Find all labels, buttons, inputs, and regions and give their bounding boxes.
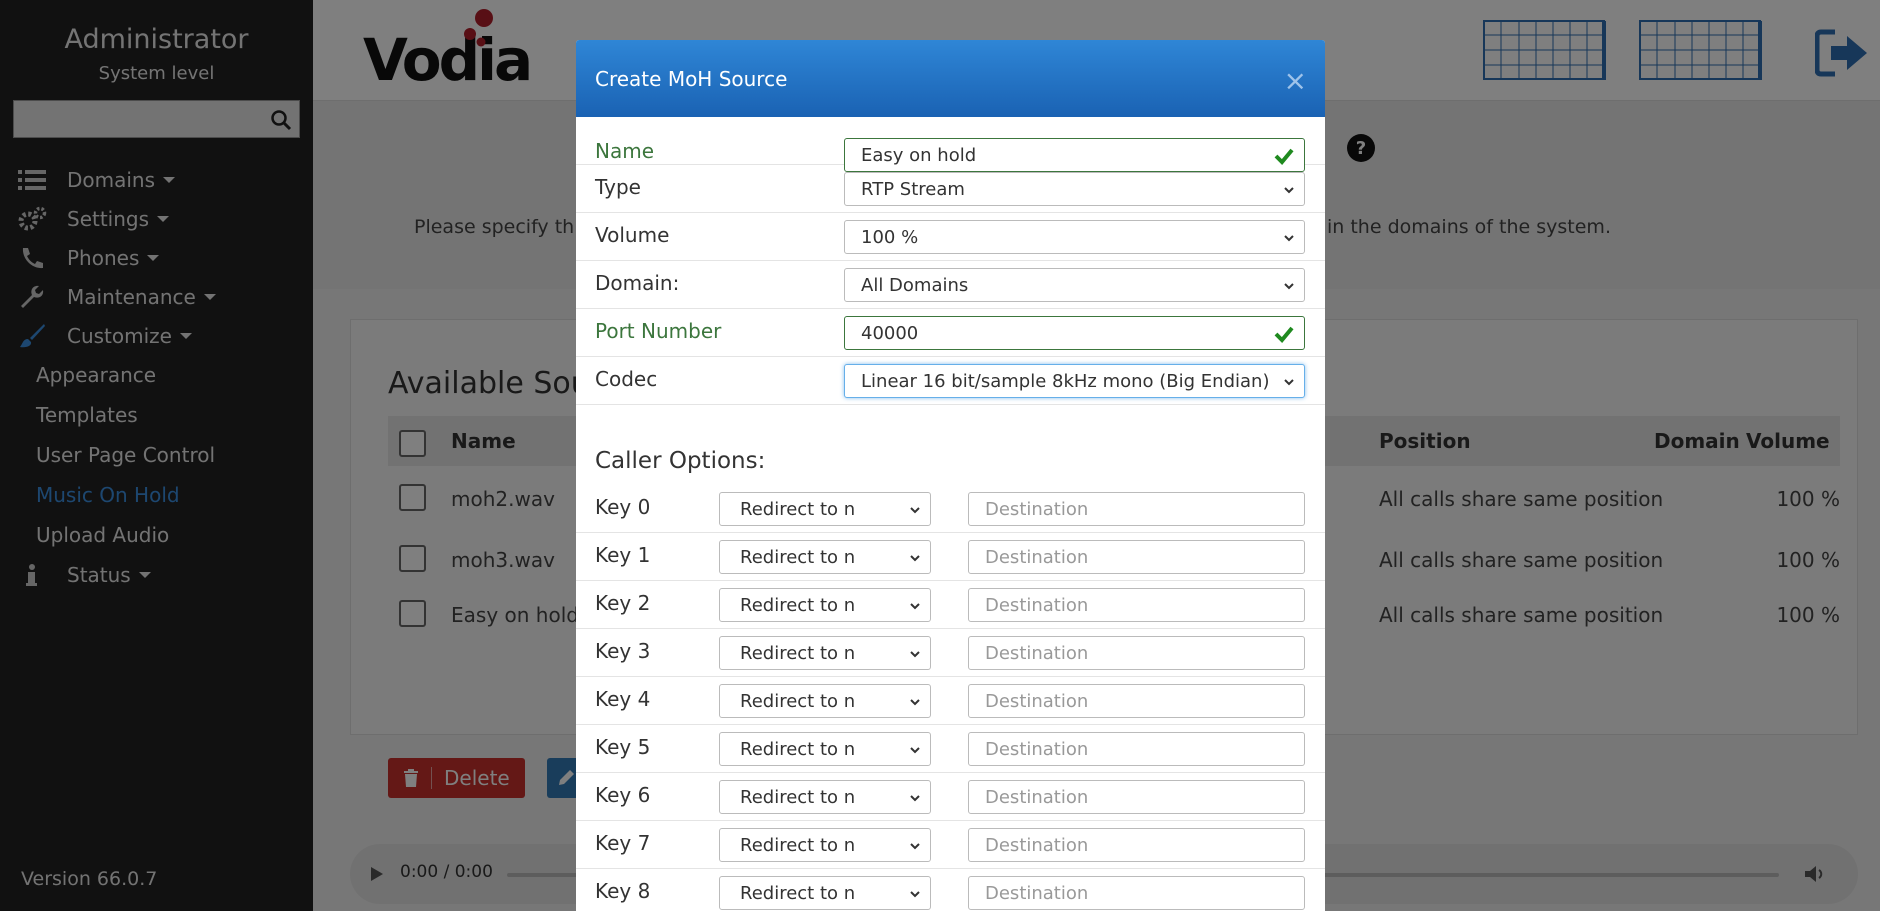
chevron-down-icon — [910, 699, 920, 706]
chevron-down-icon — [910, 603, 920, 610]
key-action-value: Redirect to number — [740, 546, 855, 568]
key-destination-input[interactable]: Destination — [968, 732, 1305, 766]
key-label: Key 0 — [595, 495, 651, 519]
key-row: Key 0 Redirect to number Destination — [576, 485, 1325, 533]
field-row-port: Port Number 40000 — [576, 309, 1325, 357]
port-value: 40000 — [861, 322, 919, 344]
key-destination-input[interactable]: Destination — [968, 588, 1305, 622]
codec-select[interactable]: Linear 16 bit/sample 8kHz mono (Big Endi… — [844, 364, 1305, 398]
type-select[interactable]: RTP Stream — [844, 172, 1305, 206]
name-value: Easy on hold — [861, 144, 977, 166]
key-row: Key 2 Redirect to number Destination — [576, 581, 1325, 629]
port-input[interactable]: 40000 — [844, 316, 1305, 350]
key-row: Key 8 Redirect to number Destination — [576, 869, 1325, 911]
field-row-codec: Codec Linear 16 bit/sample 8kHz mono (Bi… — [576, 357, 1325, 405]
key-action-select[interactable]: Redirect to number — [719, 540, 931, 574]
key-label: Key 8 — [595, 879, 651, 903]
type-label: Type — [595, 175, 641, 199]
key-action-value: Redirect to number — [740, 834, 855, 856]
key-action-select[interactable]: Redirect to number — [719, 876, 931, 910]
key-action-select[interactable]: Redirect to number — [719, 732, 931, 766]
key-destination-input[interactable]: Destination — [968, 876, 1305, 910]
domain-select[interactable]: All Domains — [844, 268, 1305, 302]
key-label: Key 6 — [595, 783, 651, 807]
key-destination-input[interactable]: Destination — [968, 540, 1305, 574]
domain-label: Domain: — [595, 271, 680, 295]
key-destination-input[interactable]: Destination — [968, 684, 1305, 718]
key-row: Key 1 Redirect to number Destination — [576, 533, 1325, 581]
close-icon[interactable]: × — [1284, 64, 1307, 97]
chevron-down-icon — [910, 555, 920, 562]
key-action-select[interactable]: Redirect to number — [719, 780, 931, 814]
key-action-select[interactable]: Redirect to number — [719, 588, 931, 622]
key-action-select[interactable]: Redirect to number — [719, 684, 931, 718]
port-label: Port Number — [595, 319, 722, 343]
key-destination-input[interactable]: Destination — [968, 780, 1305, 814]
field-row-type: Type RTP Stream — [576, 165, 1325, 213]
chevron-down-icon — [910, 747, 920, 754]
volume-label: Volume — [595, 223, 670, 247]
key-action-value: Redirect to number — [740, 594, 855, 616]
key-destination-input[interactable]: Destination — [968, 828, 1305, 862]
key-action-value: Redirect to number — [740, 498, 855, 520]
checkmark-icon — [1274, 326, 1294, 343]
dialog-header: Create MoH Source × — [576, 40, 1325, 117]
key-action-select[interactable]: Redirect to number — [719, 492, 931, 526]
chevron-down-icon — [1284, 379, 1294, 386]
key-action-value: Redirect to number — [740, 738, 855, 760]
field-row-volume: Volume 100 % — [576, 213, 1325, 261]
codec-value: Linear 16 bit/sample 8kHz mono (Big Endi… — [861, 370, 1270, 392]
chevron-down-icon — [910, 651, 920, 658]
chevron-down-icon — [1284, 235, 1294, 242]
key-label: Key 3 — [595, 639, 651, 663]
create-moh-source-dialog: Create MoH Source × Name Easy on hold Ty… — [576, 40, 1325, 911]
key-label: Key 2 — [595, 591, 651, 615]
key-action-select[interactable]: Redirect to number — [719, 828, 931, 862]
key-row: Key 6 Redirect to number Destination — [576, 773, 1325, 821]
key-action-value: Redirect to number — [740, 786, 855, 808]
key-label: Key 5 — [595, 735, 651, 759]
codec-label: Codec — [595, 367, 658, 391]
volume-value: 100 % — [861, 226, 919, 248]
field-row-name: Name Easy on hold — [576, 117, 1325, 172]
chevron-down-icon — [1284, 283, 1294, 290]
chevron-down-icon — [910, 891, 920, 898]
key-action-value: Redirect to number — [740, 642, 855, 664]
key-row: Key 4 Redirect to number Destination — [576, 677, 1325, 725]
key-row: Key 5 Redirect to number Destination — [576, 725, 1325, 773]
chevron-down-icon — [910, 795, 920, 802]
name-label: Name — [595, 139, 655, 163]
key-label: Key 1 — [595, 543, 651, 567]
key-row: Key 3 Redirect to number Destination — [576, 629, 1325, 677]
chevron-down-icon — [910, 507, 920, 514]
caller-options-title: Caller Options: — [595, 448, 766, 474]
key-row: Key 7 Redirect to number Destination — [576, 821, 1325, 869]
dialog-title: Create MoH Source — [595, 66, 788, 91]
key-label: Key 4 — [595, 687, 651, 711]
chevron-down-icon — [1284, 187, 1294, 194]
key-destination-input[interactable]: Destination — [968, 636, 1305, 670]
key-action-value: Redirect to number — [740, 882, 855, 904]
type-value: RTP Stream — [861, 178, 965, 200]
key-action-select[interactable]: Redirect to number — [719, 636, 931, 670]
key-action-value: Redirect to number — [740, 690, 855, 712]
checkmark-icon — [1274, 148, 1294, 165]
domain-value: All Domains — [861, 274, 969, 296]
key-destination-input[interactable]: Destination — [968, 492, 1305, 526]
volume-select[interactable]: 100 % — [844, 220, 1305, 254]
chevron-down-icon — [910, 843, 920, 850]
key-label: Key 7 — [595, 831, 651, 855]
field-row-domain: Domain: All Domains — [576, 261, 1325, 309]
